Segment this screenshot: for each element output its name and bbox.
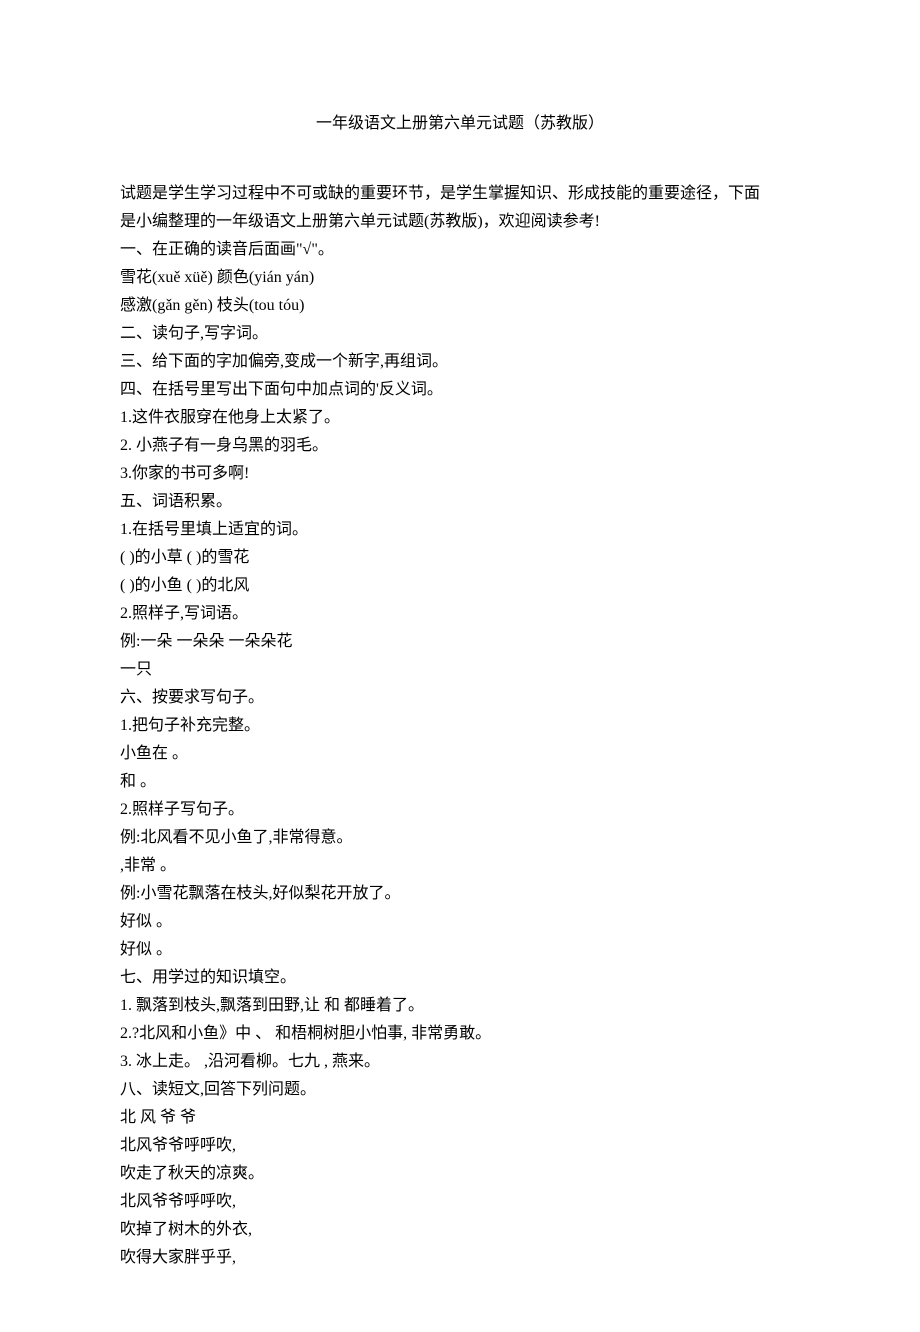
content-line: ( )的小草 ( )的雪花	[120, 544, 800, 572]
content-line: 1.把句子补充完整。	[120, 712, 800, 740]
content-line: 雪花(xuě xüě) 颜色(yián yán)	[120, 264, 800, 292]
content-line: 六、按要求写句子。	[120, 684, 800, 712]
content-line: 2.?北风和小鱼》中 、 和梧桐树胆小怕事, 非常勇敢。	[120, 1020, 800, 1048]
content-line: 小鱼在 。	[120, 740, 800, 768]
content-line: 例:一朵 一朵朵 一朵朵花	[120, 628, 800, 656]
content-line: 吹掉了树木的外衣,	[120, 1216, 800, 1244]
content-line: 北风爷爷呼呼吹,	[120, 1132, 800, 1160]
content-line: 一、在正确的读音后面画"√"。	[120, 236, 800, 264]
document-page: 一年级语文上册第六单元试题（苏教版） 试题是学生学习过程中不可或缺的重要环节，是…	[0, 0, 920, 1332]
content-line: 北风爷爷呼呼吹,	[120, 1188, 800, 1216]
content-line: 和 。	[120, 768, 800, 796]
content-line: 1.在括号里填上适宜的词。	[120, 516, 800, 544]
intro-line-1: 试题是学生学习过程中不可或缺的重要环节，是学生掌握知识、形成技能的重要途径，下面	[120, 180, 800, 208]
content-line: 2.照样子写句子。	[120, 796, 800, 824]
content-line: 例:北风看不见小鱼了,非常得意。	[120, 824, 800, 852]
content-line: ,非常 。	[120, 852, 800, 880]
content-line: 2. 小燕子有一身乌黑的羽毛。	[120, 432, 800, 460]
content-line: 2.照样子,写词语。	[120, 600, 800, 628]
content-line: 吹得大家胖乎乎,	[120, 1244, 800, 1272]
content-line: 吹走了秋天的凉爽。	[120, 1160, 800, 1188]
document-body: 试题是学生学习过程中不可或缺的重要环节，是学生掌握知识、形成技能的重要途径，下面…	[120, 180, 800, 1272]
content-line: 例:小雪花飘落在枝头,好似梨花开放了。	[120, 880, 800, 908]
content-line: 北 风 爷 爷	[120, 1104, 800, 1132]
intro-line-2: 是小编整理的一年级语文上册第六单元试题(苏教版)，欢迎阅读参考!	[120, 208, 800, 236]
content-line: 1. 飘落到枝头,飘落到田野,让 和 都睡着了。	[120, 992, 800, 1020]
content-line: 四、在括号里写出下面句中加点词的'反义词。	[120, 376, 800, 404]
content-line: ( )的小鱼 ( )的北风	[120, 572, 800, 600]
content-line: 3. 冰上走。 ,沿河看柳。七九 , 燕来。	[120, 1048, 800, 1076]
content-line: 3.你家的书可多啊!	[120, 460, 800, 488]
content-line: 八、读短文,回答下列问题。	[120, 1076, 800, 1104]
content-line: 五、词语积累。	[120, 488, 800, 516]
document-title: 一年级语文上册第六单元试题（苏教版）	[120, 110, 800, 138]
content-line: 七、用学过的知识填空。	[120, 964, 800, 992]
content-line: 好似 。	[120, 936, 800, 964]
content-line: 好似 。	[120, 908, 800, 936]
content-line: 一只	[120, 656, 800, 684]
content-line: 二、读句子,写字词。	[120, 320, 800, 348]
content-lines: 一、在正确的读音后面画"√"。雪花(xuě xüě) 颜色(yián yán)感…	[120, 236, 800, 1272]
content-line: 感激(gǎn gěn) 枝头(tou tóu)	[120, 292, 800, 320]
content-line: 三、给下面的字加偏旁,变成一个新字,再组词。	[120, 348, 800, 376]
content-line: 1.这件衣服穿在他身上太紧了。	[120, 404, 800, 432]
